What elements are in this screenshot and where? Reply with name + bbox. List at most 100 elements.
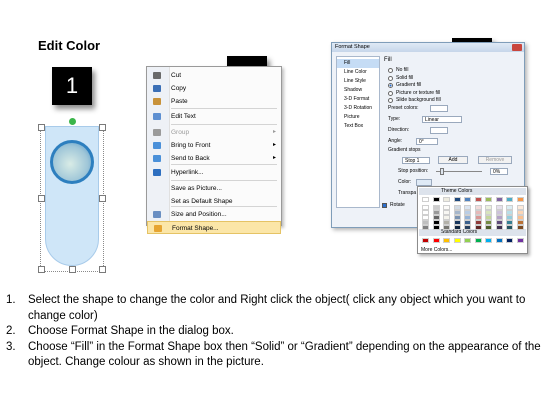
fill-option-radio[interactable] [388, 83, 393, 88]
standard-colors-label: Standard Colors [419, 229, 526, 236]
color-swatch[interactable] [495, 225, 503, 230]
standard-color-swatch[interactable] [453, 238, 461, 243]
color-swatch[interactable] [443, 225, 450, 230]
standard-color-swatch[interactable] [485, 238, 492, 243]
stop-dropdown[interactable]: Stop 1 [402, 157, 430, 164]
color-swatch[interactable] [464, 197, 471, 202]
context-menu-item-label: Hyperlink... [171, 169, 204, 176]
context-menu-item[interactable]: Size and Position... [147, 208, 281, 221]
color-swatch[interactable] [422, 197, 429, 202]
color-swatch[interactable] [506, 225, 513, 230]
remove-button[interactable]: Remove [478, 156, 512, 164]
more-colors-link[interactable]: More Colors... [421, 247, 452, 253]
color-swatch[interactable] [422, 225, 429, 230]
standard-color-swatch[interactable] [506, 238, 513, 243]
resize-handle[interactable] [38, 266, 45, 273]
context-menu-item-label: Save as Picture... [171, 185, 222, 192]
close-icon[interactable] [512, 44, 522, 51]
color-swatch[interactable] [474, 197, 482, 202]
resize-handle[interactable] [99, 124, 106, 131]
copy-icon [153, 85, 161, 92]
standard-color-swatch[interactable] [464, 238, 471, 243]
section-heading: Fill [384, 57, 392, 63]
direction-label: Direction: [388, 127, 410, 133]
context-menu-item[interactable]: Format Shape... [147, 221, 281, 234]
category-item[interactable]: Line Style [337, 77, 379, 86]
color-swatch[interactable] [474, 225, 482, 230]
type-dropdown[interactable]: Linear [422, 116, 462, 123]
stop-position-input[interactable]: 0% [490, 168, 508, 175]
slider-thumb[interactable] [440, 168, 444, 175]
instruction-item: 1. Select the shape to change the color a… [6, 293, 554, 324]
color-swatch[interactable] [495, 197, 503, 202]
fill-option-label: Slide background fill [396, 97, 441, 103]
fill-option-radio[interactable] [388, 98, 393, 103]
color-swatch[interactable] [464, 225, 471, 230]
category-item[interactable]: Picture [337, 113, 379, 122]
category-item[interactable]: 3-D Rotation [337, 104, 379, 113]
menu-separator [171, 124, 277, 125]
fill-option-radio[interactable] [388, 68, 393, 73]
context-menu-item[interactable]: Paste [147, 95, 281, 108]
menu-separator [171, 108, 277, 109]
menu-separator [171, 180, 277, 181]
context-menu-item[interactable]: Hyperlink... [147, 166, 281, 179]
context-menu-item-label: Bring to Front [171, 142, 211, 149]
color-swatch[interactable] [485, 197, 492, 202]
color-dropdown[interactable] [416, 179, 432, 186]
standard-color-swatch[interactable] [495, 238, 503, 243]
context-menu-item[interactable]: Group ▸ [147, 126, 281, 139]
transparency-label: Transpa [398, 190, 417, 196]
context-menu-item[interactable]: Cut [147, 69, 281, 82]
color-swatch[interactable] [516, 225, 524, 230]
color-swatch[interactable] [453, 225, 461, 230]
color-swatch[interactable] [432, 225, 440, 230]
context-menu-item[interactable]: Save as Picture... [147, 182, 281, 195]
color-swatch[interactable] [443, 197, 450, 202]
instruction-number: 2. [6, 325, 16, 337]
standard-color-swatch[interactable] [432, 238, 440, 243]
color-swatch[interactable] [506, 197, 513, 202]
rotation-handle[interactable] [69, 118, 76, 125]
color-swatch[interactable] [485, 225, 492, 230]
rotate-checkbox[interactable] [382, 203, 387, 208]
category-item[interactable]: Fill [337, 59, 379, 68]
angle-label: Angle: [388, 138, 403, 144]
preset-colors-dropdown[interactable] [430, 105, 448, 112]
standard-color-swatch[interactable] [516, 238, 524, 243]
angle-input[interactable]: 0° [416, 138, 438, 145]
page-title: Edit Color [38, 38, 101, 53]
bring-front-icon [153, 142, 161, 149]
step-1-badge: 1 [52, 67, 92, 105]
standard-color-swatch[interactable] [474, 238, 482, 243]
context-menu-item[interactable]: Copy [147, 82, 281, 95]
resize-handle[interactable] [99, 266, 106, 273]
resize-handle[interactable] [38, 124, 45, 131]
standard-color-swatch[interactable] [422, 238, 429, 243]
context-menu-item[interactable]: Edit Text [147, 110, 281, 123]
color-swatch[interactable] [432, 197, 440, 202]
add-button[interactable]: Add [438, 156, 468, 164]
send-back-icon [153, 155, 161, 162]
category-item[interactable]: Shadow [337, 86, 379, 95]
standard-color-swatch[interactable] [443, 238, 450, 243]
group-icon [153, 129, 161, 136]
rotate-label: Rotate [390, 202, 405, 208]
category-item[interactable]: 3-D Format [337, 95, 379, 104]
instruction-list: 1. Select the shape to change the color a… [6, 293, 554, 371]
category-item[interactable]: Text Box [337, 122, 379, 131]
resize-handle[interactable] [69, 266, 76, 273]
format-shape-icon [154, 225, 162, 232]
color-swatch[interactable] [453, 197, 461, 202]
fill-option-radio[interactable] [388, 90, 393, 96]
color-swatch[interactable] [516, 197, 524, 202]
instruction-text: Choose Format Shape in the dialog box. [28, 325, 234, 337]
fill-option-label: Solid fill [396, 74, 414, 81]
context-menu-item[interactable]: Bring to Front ▸ [147, 139, 281, 152]
category-item[interactable]: Line Color [337, 68, 379, 77]
resize-handle[interactable] [38, 195, 45, 202]
resize-handle[interactable] [99, 195, 106, 202]
direction-dropdown[interactable] [430, 127, 448, 134]
fill-option-radio[interactable] [388, 75, 393, 81]
scissors-icon [153, 72, 161, 79]
